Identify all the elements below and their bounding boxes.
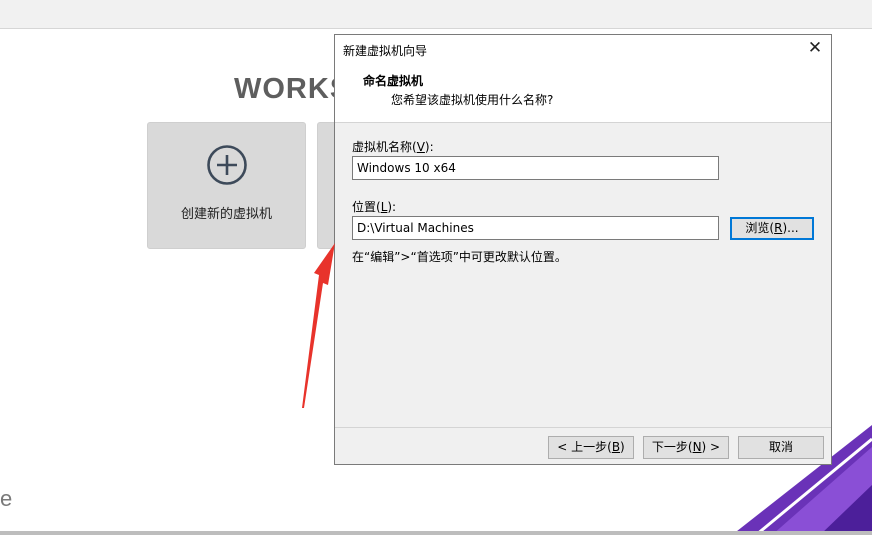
dialog-subheading: 您希望该虚拟机使用什么名称? xyxy=(391,93,554,107)
cancel-button[interactable]: 取消 xyxy=(738,436,824,459)
top-bar xyxy=(0,0,872,29)
corner-text: e xyxy=(0,486,13,511)
bottom-bar xyxy=(0,531,872,535)
create-vm-card[interactable]: 创建新的虚拟机 xyxy=(147,122,306,249)
location-input[interactable]: D:\Virtual Machines xyxy=(352,216,719,240)
browse-button[interactable]: 浏览(R)... xyxy=(730,217,814,240)
create-vm-label: 创建新的虚拟机 xyxy=(180,207,272,222)
new-vm-wizard-dialog: 新建虚拟机向导 ✕ 命名虚拟机 您希望该虚拟机使用什么名称? 虚拟机名称(V):… xyxy=(334,34,832,465)
close-icon[interactable]: ✕ xyxy=(807,40,823,57)
footer-separator xyxy=(335,427,831,428)
red-arrow-annotation xyxy=(302,243,335,408)
dialog-heading: 命名虚拟机 xyxy=(363,74,424,88)
vm-name-label: 虚拟机名称(V): xyxy=(352,140,434,154)
dialog-title: 新建虚拟机向导 xyxy=(343,44,428,58)
brand-text: WORKS xyxy=(234,73,351,105)
back-button[interactable]: < 上一步(B) xyxy=(548,436,634,459)
default-location-hint: 在“编辑”>“首选项”中可更改默认位置。 xyxy=(352,250,567,264)
dialog-header: 新建虚拟机向导 ✕ 命名虚拟机 您希望该虚拟机使用什么名称? xyxy=(335,35,831,123)
location-label: 位置(L): xyxy=(352,200,397,214)
plus-circle-icon xyxy=(207,145,247,185)
next-button[interactable]: 下一步(N) > xyxy=(643,436,729,459)
vm-name-input[interactable]: Windows 10 x64 xyxy=(352,156,719,180)
